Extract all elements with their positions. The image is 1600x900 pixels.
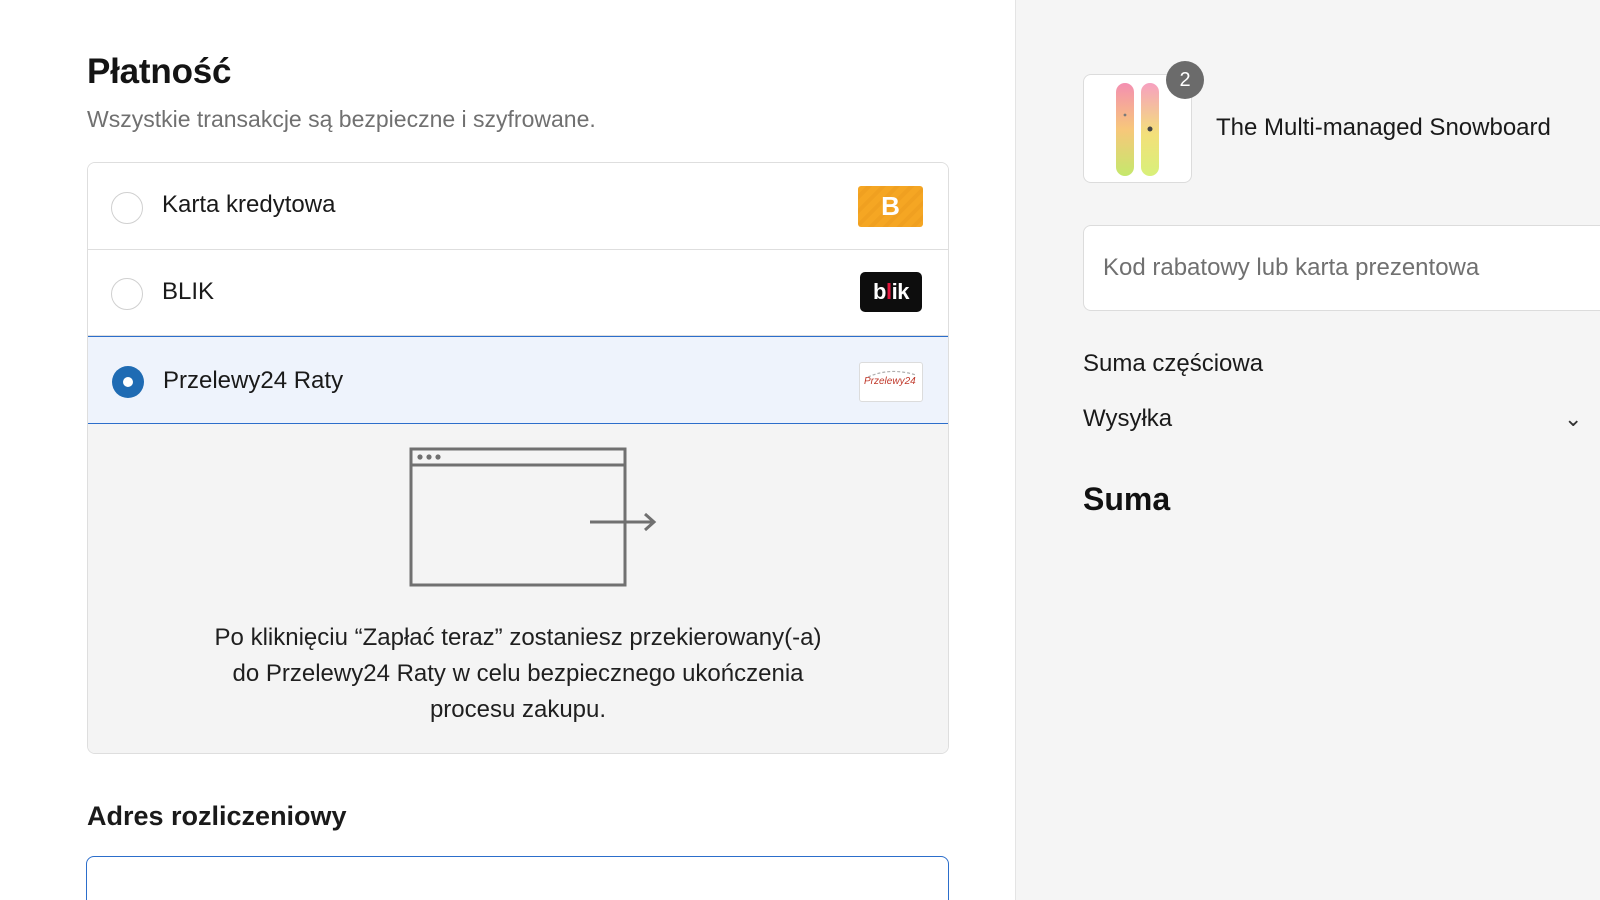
payment-option-label: Przelewy24 Raty [163, 367, 344, 394]
payment-section: Płatność Wszystkie transakcje są bezpiec… [0, 0, 1015, 900]
shipping-label: Wysyłka [1083, 405, 1173, 432]
browser-redirect-icon [409, 447, 657, 587]
radio-przelewy24-raty[interactable] [112, 366, 144, 398]
payment-title: Płatność [87, 52, 232, 91]
shipping-info-icon[interactable]: ⌄ [1564, 406, 1582, 432]
radio-blik[interactable] [111, 278, 143, 310]
payment-option-credit-card[interactable]: Karta kredytowa B [88, 163, 948, 250]
payment-methods-box: Karta kredytowa B BLIK blik Przelewy24 R… [87, 162, 949, 754]
payment-subtitle: Wszystkie transakcje są bezpieczne i szy… [87, 106, 596, 132]
order-summary: 2 The Multi-managed Snowboard Suma częśc… [1015, 0, 1600, 900]
radio-credit-card[interactable] [111, 192, 143, 224]
przelewy24-logo-text: Przelewy24 [864, 376, 916, 387]
checkout-page: Płatność Wszystkie transakcje są bezpiec… [0, 0, 1600, 900]
redirect-info-panel: Po kliknięciu “Zapłać teraz” zostaniesz … [88, 424, 948, 753]
payment-option-blik[interactable]: BLIK blik [88, 250, 948, 336]
redirect-message: Po kliknięciu “Zapłać teraz” zostaniesz … [214, 624, 822, 723]
product-name: The Multi-managed Snowboard [1216, 114, 1551, 141]
quantity-badge: 2 [1166, 61, 1204, 99]
billing-address-title: Adres rozliczeniowy [87, 801, 347, 831]
discount-code-input[interactable] [1083, 225, 1600, 311]
card-brand-logo: B [858, 186, 923, 227]
payment-option-label: Karta kredytowa [162, 191, 336, 218]
payment-option-przelewy24-raty[interactable]: Przelewy24 Raty Przelewy24 [88, 336, 948, 424]
blik-logo: blik [860, 272, 922, 312]
total-label: Suma [1083, 481, 1171, 517]
przelewy24-logo: Przelewy24 [859, 362, 923, 402]
payment-option-label: BLIK [162, 278, 215, 305]
billing-address-selector[interactable] [86, 856, 949, 900]
subtotal-label: Suma częściowa [1083, 350, 1264, 377]
